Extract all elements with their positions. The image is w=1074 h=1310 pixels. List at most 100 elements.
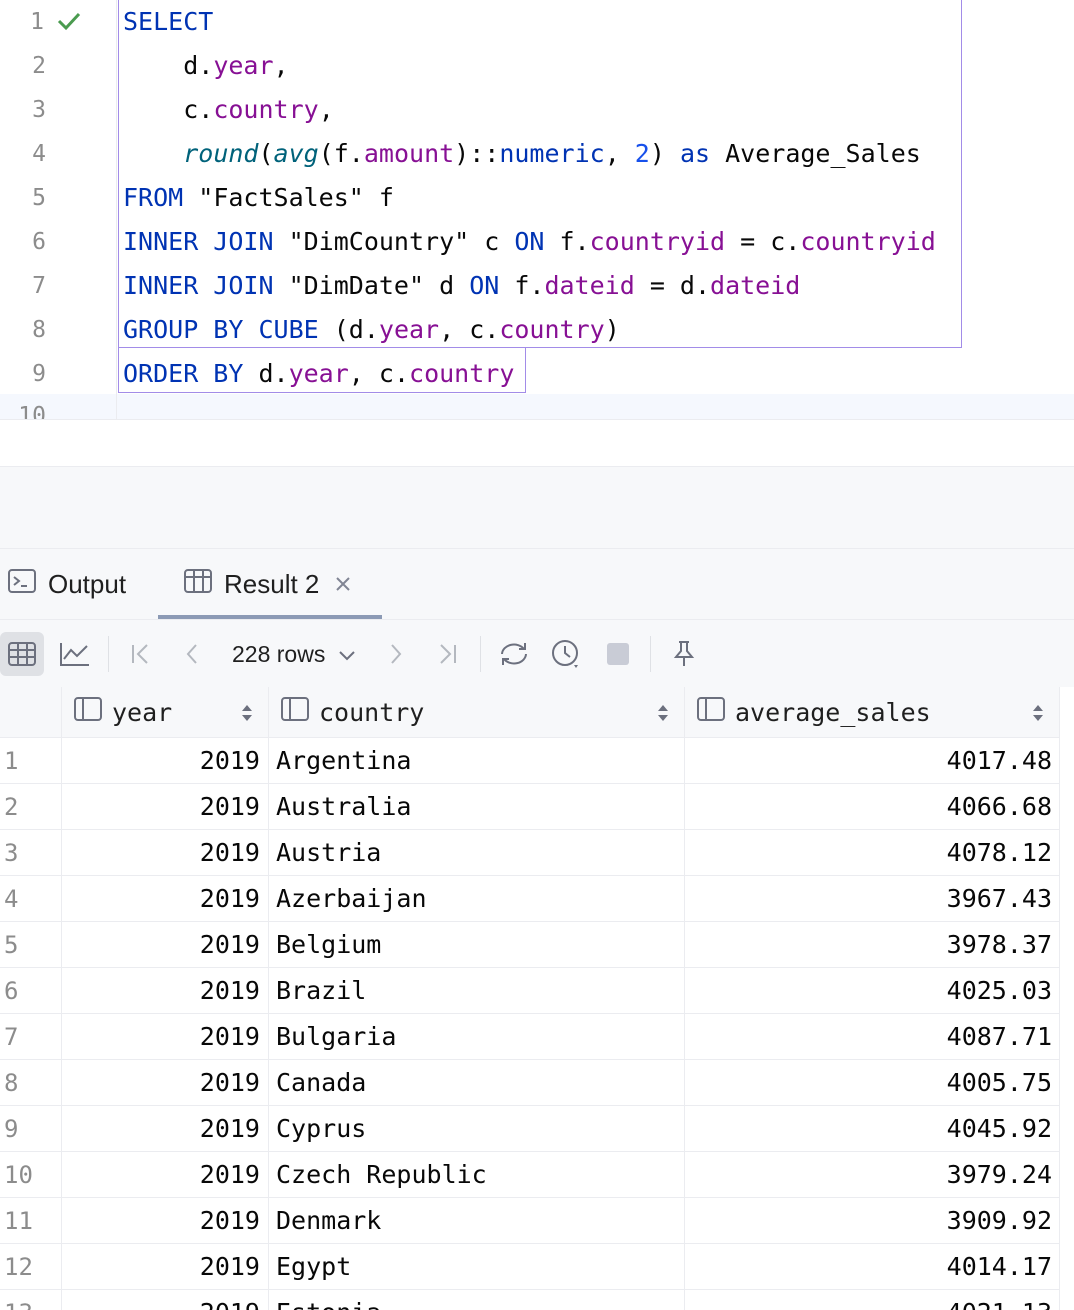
cell-year[interactable]: 2019 bbox=[62, 876, 269, 922]
stop-icon[interactable] bbox=[604, 634, 632, 674]
table-row[interactable]: 7 2019 Bulgaria 4087.71 bbox=[0, 1014, 1074, 1060]
close-icon[interactable] bbox=[335, 571, 351, 599]
grid-header: year country average_sales bbox=[0, 687, 1060, 738]
cell-country[interactable]: Denmark bbox=[269, 1198, 685, 1244]
table-row[interactable]: 3 2019 Austria 4078.12 bbox=[0, 830, 1074, 876]
table-row[interactable]: 10 2019 Czech Republic 3979.24 bbox=[0, 1152, 1074, 1198]
tab-result-2[interactable]: Result 2 bbox=[158, 549, 382, 620]
row-count-dropdown[interactable]: 228 rows bbox=[232, 634, 356, 674]
tab-label: Result 2 bbox=[224, 569, 320, 599]
code-line[interactable]: 6 INNER JOIN "DimCountry" c ON f.country… bbox=[0, 220, 1074, 264]
table-row[interactable]: 5 2019 Belgium 3978.37 bbox=[0, 922, 1074, 968]
cell-year[interactable]: 2019 bbox=[62, 1152, 269, 1198]
column-header-average-sales[interactable]: average_sales bbox=[685, 687, 1060, 737]
first-page-icon[interactable] bbox=[128, 634, 154, 674]
column-header-year[interactable]: year bbox=[62, 687, 269, 737]
line-number: 2 bbox=[32, 53, 46, 79]
cell-year[interactable]: 2019 bbox=[62, 784, 269, 830]
next-page-icon[interactable] bbox=[384, 634, 408, 674]
row-number: 4 bbox=[0, 876, 62, 922]
previous-page-icon[interactable] bbox=[180, 634, 204, 674]
code-line[interactable]: 7 INNER JOIN "DimDate" d ON f.dateid = d… bbox=[0, 264, 1074, 308]
cell-average-sales[interactable]: 4066.68 bbox=[685, 784, 1060, 830]
cell-country[interactable]: Bulgaria bbox=[269, 1014, 685, 1060]
cell-year[interactable]: 2019 bbox=[62, 830, 269, 876]
cell-country[interactable]: Canada bbox=[269, 1060, 685, 1106]
cell-country[interactable]: Austria bbox=[269, 830, 685, 876]
cell-country[interactable]: Cyprus bbox=[269, 1106, 685, 1152]
cell-country[interactable]: Egypt bbox=[269, 1244, 685, 1290]
code-line[interactable]: 8 GROUP BY CUBE (d.year, c.country) bbox=[0, 308, 1074, 352]
cell-country[interactable]: Argentina bbox=[269, 738, 685, 784]
line-number: 1 bbox=[30, 9, 44, 35]
code-line[interactable]: 3 c.country, bbox=[0, 88, 1074, 132]
cell-average-sales[interactable]: 4021.13 bbox=[685, 1290, 1060, 1310]
tab-label: Output bbox=[48, 569, 127, 599]
cell-year[interactable]: 2019 bbox=[62, 1244, 269, 1290]
column-icon bbox=[281, 697, 309, 727]
tab-output[interactable]: Output bbox=[8, 549, 126, 620]
cell-country[interactable]: Czech Republic bbox=[269, 1152, 685, 1198]
cell-year[interactable]: 2019 bbox=[62, 1106, 269, 1152]
last-page-icon[interactable] bbox=[434, 634, 460, 674]
line-number: 6 bbox=[32, 229, 46, 255]
table-row[interactable]: 9 2019 Cyprus 4045.92 bbox=[0, 1106, 1074, 1152]
code-line[interactable]: 4 round(avg(f.amount)::numeric, 2) as Av… bbox=[0, 132, 1074, 176]
line-number: 4 bbox=[32, 141, 46, 167]
cell-average-sales[interactable]: 3979.24 bbox=[685, 1152, 1060, 1198]
cell-average-sales[interactable]: 4014.17 bbox=[685, 1244, 1060, 1290]
code-line[interactable]: 10 bbox=[0, 394, 1074, 420]
pin-icon[interactable] bbox=[670, 634, 698, 674]
sort-icon[interactable] bbox=[240, 701, 254, 730]
cell-country[interactable]: Estonia bbox=[269, 1290, 685, 1310]
cell-year[interactable]: 2019 bbox=[62, 922, 269, 968]
sort-icon[interactable] bbox=[656, 701, 670, 730]
column-header-country[interactable]: country bbox=[269, 687, 685, 737]
cell-year[interactable]: 2019 bbox=[62, 968, 269, 1014]
line-number: 3 bbox=[32, 97, 46, 123]
code-line[interactable]: 1 SELECT bbox=[0, 0, 1074, 44]
sort-icon[interactable] bbox=[1031, 701, 1045, 730]
refresh-icon[interactable] bbox=[496, 634, 532, 674]
cell-year[interactable]: 2019 bbox=[62, 1060, 269, 1106]
table-row[interactable]: 6 2019 Brazil 4025.03 bbox=[0, 968, 1074, 1014]
table-row[interactable]: 1 2019 Argentina 4017.48 bbox=[0, 738, 1074, 784]
code-line[interactable]: 5 FROM "FactSales" f bbox=[0, 176, 1074, 220]
code-line[interactable]: 9 ORDER BY d.year, c.country bbox=[0, 352, 1074, 396]
cell-average-sales[interactable]: 4087.71 bbox=[685, 1014, 1060, 1060]
table-row[interactable]: 2 2019 Australia 4066.68 bbox=[0, 784, 1074, 830]
cell-average-sales[interactable]: 4078.12 bbox=[685, 830, 1060, 876]
cell-average-sales[interactable]: 4045.92 bbox=[685, 1106, 1060, 1152]
cell-year[interactable]: 2019 bbox=[62, 1198, 269, 1244]
column-label: average_sales bbox=[735, 697, 931, 727]
table-row[interactable]: 12 2019 Egypt 4014.17 bbox=[0, 1244, 1074, 1290]
row-number: 1 bbox=[0, 738, 62, 784]
table-view-button[interactable] bbox=[0, 632, 44, 676]
row-number: 5 bbox=[0, 922, 62, 968]
cell-country[interactable]: Azerbaijan bbox=[269, 876, 685, 922]
cell-average-sales[interactable]: 3978.37 bbox=[685, 922, 1060, 968]
cell-average-sales[interactable]: 4005.75 bbox=[685, 1060, 1060, 1106]
table-row[interactable]: 11 2019 Denmark 3909.92 bbox=[0, 1198, 1074, 1244]
table-row[interactable]: 132019Estonia4021.13 bbox=[0, 1290, 1074, 1310]
cell-average-sales[interactable]: 4025.03 bbox=[685, 968, 1060, 1014]
cell-country[interactable]: Belgium bbox=[269, 922, 685, 968]
sql-editor[interactable]: 1 SELECT 2 d.year, 3 c.country, 4 round(… bbox=[0, 0, 1074, 420]
cell-average-sales[interactable]: 3967.43 bbox=[685, 876, 1060, 922]
cell-country[interactable]: Australia bbox=[269, 784, 685, 830]
cell-year[interactable]: 2019 bbox=[62, 738, 269, 784]
cell-country[interactable]: Brazil bbox=[269, 968, 685, 1014]
cell-year[interactable]: 2019 bbox=[62, 1014, 269, 1060]
cell-average-sales[interactable]: 3909.92 bbox=[685, 1198, 1060, 1244]
table-row[interactable]: 4 2019 Azerbaijan 3967.43 bbox=[0, 876, 1074, 922]
panel-splitter[interactable] bbox=[0, 467, 1074, 549]
code-line[interactable]: 2 d.year, bbox=[0, 44, 1074, 88]
chart-view-icon[interactable] bbox=[58, 634, 92, 674]
cell-year[interactable]: 2019 bbox=[62, 1290, 269, 1310]
table-row[interactable]: 8 2019 Canada 4005.75 bbox=[0, 1060, 1074, 1106]
history-clock-icon[interactable] bbox=[548, 634, 584, 674]
cell-average-sales[interactable]: 4017.48 bbox=[685, 738, 1060, 784]
results-tab-bar: Output Result 2 bbox=[0, 549, 1074, 620]
row-number: 6 bbox=[0, 968, 62, 1014]
results-grid[interactable]: year country average_sales 1 2019 Argentin… bbox=[0, 687, 1074, 1310]
